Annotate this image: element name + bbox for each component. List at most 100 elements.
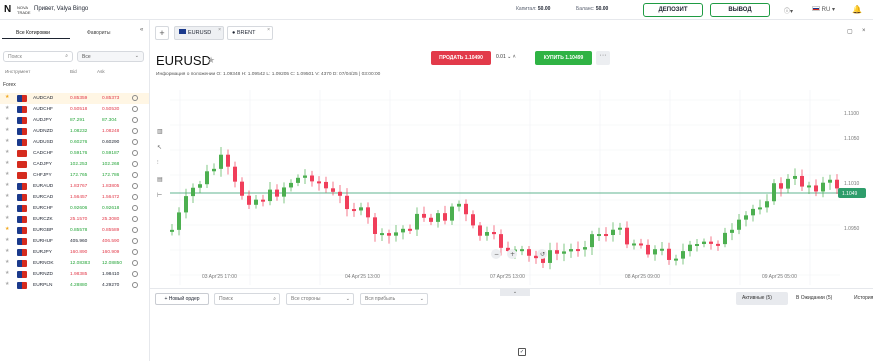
star-icon[interactable]: ★	[5, 194, 9, 199]
star-icon[interactable]: ★	[5, 139, 9, 144]
sell-button[interactable]: ПРОДАТЬ 1.10490	[431, 51, 491, 65]
clock-icon[interactable]	[132, 172, 138, 178]
tab-active-orders[interactable]: Активные (5)	[736, 292, 788, 305]
star-icon[interactable]: ★	[5, 117, 9, 122]
bid-value: 1.98385	[70, 272, 88, 277]
price-chart[interactable]: 1.1100 1.1050 1.1010 1.0950 1.1049 03 Apr'25 …	[150, 80, 873, 290]
clock-icon[interactable]	[132, 260, 138, 266]
quote-row[interactable]: ★ EURCAD 1.56457 1.56472	[0, 192, 149, 203]
star-icon[interactable]: ★	[5, 238, 9, 243]
quote-row[interactable]: ★ EURPLN 4.28880 4.29270	[0, 280, 149, 291]
tab-eurusd[interactable]: EURUSD ×	[174, 26, 224, 40]
horizontal-line-icon[interactable]: ⊢	[157, 192, 162, 199]
star-icon[interactable]: ★	[5, 106, 9, 111]
star-icon[interactable]: ★	[5, 216, 9, 221]
clock-icon[interactable]	[132, 139, 138, 145]
clock-icon[interactable]	[132, 282, 138, 288]
quote-row[interactable]: ★ AUDCAD 0.85359 0.85373	[0, 93, 149, 104]
collapse-panel-button[interactable]: ⌄	[500, 289, 530, 296]
candle	[716, 243, 720, 246]
star-icon[interactable]: ★	[207, 55, 215, 66]
help-icon[interactable]: ⓘ▾	[784, 6, 793, 15]
clock-icon[interactable]	[132, 216, 138, 222]
clock-icon[interactable]	[132, 227, 138, 233]
withdraw-button[interactable]: ВЫВОД	[710, 3, 770, 17]
star-icon[interactable]: ★	[5, 227, 9, 232]
fullscreen-icon[interactable]: ▢	[847, 28, 853, 35]
search-input[interactable]: Поиск ⌕	[3, 51, 73, 62]
clock-icon[interactable]	[132, 271, 138, 277]
indicators-icon[interactable]: ▤	[157, 176, 163, 183]
quote-row[interactable]: ★ EURJPY 160.890 160.909	[0, 247, 149, 258]
lot-stepper[interactable]: 0.01 ⌄ ˄	[496, 54, 516, 60]
clock-icon[interactable]	[132, 161, 138, 167]
new-order-button[interactable]: + Новый ордер	[155, 293, 209, 305]
add-tab-button[interactable]: +	[155, 26, 169, 40]
quote-row[interactable]: ★ EURCZK 25.1570 25.3080	[0, 214, 149, 225]
star-icon[interactable]: ★	[5, 150, 9, 155]
quote-row[interactable]: ★ EURAUD 1.83767 1.83805	[0, 181, 149, 192]
quote-row[interactable]: ★ EURNZD 1.98385 1.98410	[0, 269, 149, 280]
quote-row[interactable]: ★ AUDNZD 1.08232 1.08248	[0, 126, 149, 137]
candle	[681, 251, 685, 259]
candle	[660, 248, 664, 251]
close-icon[interactable]: ×	[267, 24, 270, 36]
quote-row[interactable]: ★ CADJPY 102.253 102.268	[0, 159, 149, 170]
clock-icon[interactable]	[132, 194, 138, 200]
clock-icon[interactable]	[132, 106, 138, 112]
bell-icon[interactable]: 🔔	[852, 5, 862, 14]
quote-row[interactable]: ★ AUDJPY 87.291 87.304	[0, 115, 149, 126]
tab-all-quotes[interactable]: Все Котировки	[16, 30, 50, 36]
star-icon[interactable]: ★	[5, 183, 9, 188]
star-icon[interactable]: ★	[5, 95, 9, 100]
quote-row[interactable]: ★ AUDUSD 0.60276 0.60290	[0, 137, 149, 148]
quote-row[interactable]: ★ AUDCHF 0.50518 0.50530	[0, 104, 149, 115]
quote-row[interactable]: ★ CADCHF 0.59176 0.59187	[0, 148, 149, 159]
clock-icon[interactable]	[132, 128, 138, 134]
star-icon[interactable]: ★	[5, 205, 9, 210]
language-selector[interactable]: RU ▾	[812, 6, 835, 13]
filter-select[interactable]: Все ⌄	[77, 51, 144, 62]
collapse-sidebar-icon[interactable]: «	[140, 27, 143, 33]
deposit-button[interactable]: ДЕПОЗИТ	[643, 3, 703, 17]
close-icon[interactable]: ×	[862, 28, 866, 34]
tab-brent[interactable]: ● BRENT ×	[227, 26, 273, 40]
checkbox-icon[interactable]: ✓	[518, 348, 526, 356]
sides-select[interactable]: Все стороны ⌄	[286, 293, 354, 305]
tab-history[interactable]: История	[848, 292, 873, 305]
search-icon: ⌕	[65, 53, 68, 59]
buy-button[interactable]: КУПИТЬ 1.10499	[535, 51, 592, 65]
quote-row[interactable]: ★ CHFJPY 172.765 172.786	[0, 170, 149, 181]
clock-icon[interactable]	[132, 117, 138, 123]
order-search-input[interactable]: Поиск ⌕	[214, 293, 280, 305]
crosshair-icon[interactable]: ↖	[157, 144, 162, 151]
flag-icon	[17, 282, 27, 289]
chart-type-icon[interactable]: ▥	[157, 128, 163, 135]
clock-icon[interactable]	[132, 238, 138, 244]
quote-row[interactable]: ★ EURHUF 405.960 406.590	[0, 236, 149, 247]
profit-select[interactable]: Вся прибыль ⌄	[360, 293, 428, 305]
close-icon[interactable]: ×	[218, 24, 221, 36]
quote-row[interactable]: ★ EURCHF 0.92606 0.92618	[0, 203, 149, 214]
clock-icon[interactable]	[132, 183, 138, 189]
star-icon[interactable]: ★	[5, 282, 9, 287]
star-icon[interactable]: ★	[5, 260, 9, 265]
quote-row[interactable]: ★ EURGBP 0.85578 0.85589	[0, 225, 149, 236]
clock-icon[interactable]	[132, 95, 138, 101]
logo[interactable]: N NOVA TRADE	[4, 4, 32, 16]
tab-favorites[interactable]: Фавориты	[87, 30, 110, 36]
star-icon[interactable]: ★	[5, 128, 9, 133]
draw-line-icon[interactable]: ⫶	[157, 160, 159, 167]
candlestick-chart[interactable]: 1.1100 1.1050 1.1010 1.0950 1.1049 03 Apr'25 …	[150, 80, 873, 290]
star-icon[interactable]: ★	[5, 271, 9, 276]
clock-icon[interactable]	[132, 150, 138, 156]
star-icon[interactable]: ★	[5, 161, 9, 166]
quote-row[interactable]: ★ EURNOK 12.08383 12.08850	[0, 258, 149, 269]
tab-pending-orders[interactable]: В Ожидании (5)	[790, 292, 848, 305]
clock-icon[interactable]	[132, 205, 138, 211]
clock-icon[interactable]	[132, 249, 138, 255]
bid-value: 0.50518	[70, 107, 88, 112]
star-icon[interactable]: ★	[5, 249, 9, 254]
more-options-button[interactable]: ···	[596, 51, 610, 65]
star-icon[interactable]: ★	[5, 172, 9, 177]
